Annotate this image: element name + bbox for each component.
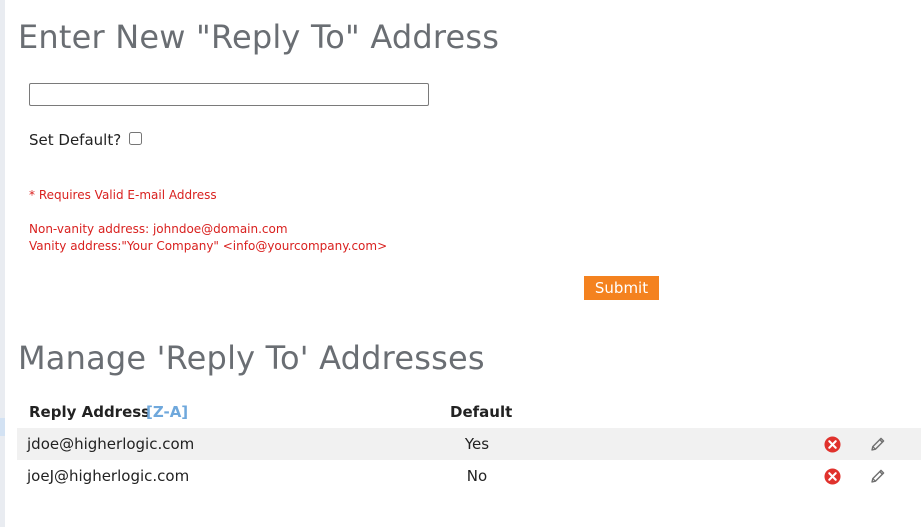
delete-icon[interactable] <box>824 436 841 453</box>
table-row: joeJ@higherlogic.com No <box>17 460 921 492</box>
reply-address-column-header: Reply Address <box>29 403 151 421</box>
default-column-header: Default <box>450 403 513 421</box>
pencil-icon[interactable] <box>869 467 887 485</box>
non-vanity-example: Non-vanity address: johndoe@domain.com <box>29 222 288 236</box>
vanity-example: Vanity address:"Your Company" <info@your… <box>29 239 388 253</box>
enter-address-title: Enter New "Reply To" Address <box>18 18 500 56</box>
row-address: joeJ@higherlogic.com <box>27 467 190 485</box>
delete-icon[interactable] <box>824 468 841 485</box>
set-default-checkbox[interactable] <box>129 132 142 145</box>
left-edge-strip <box>0 0 5 527</box>
reply-to-email-input[interactable] <box>29 83 429 106</box>
left-edge-marker <box>0 418 5 436</box>
submit-button[interactable]: Submit <box>584 276 659 300</box>
row-default: No <box>466 467 488 485</box>
pencil-icon[interactable] <box>869 435 887 453</box>
set-default-label: Set Default? <box>29 131 122 149</box>
row-default: Yes <box>464 435 490 453</box>
row-address: jdoe@higherlogic.com <box>27 435 195 453</box>
set-default-row: Set Default? <box>29 131 142 149</box>
required-note: * Requires Valid E-mail Address <box>29 188 217 202</box>
table-row: jdoe@higherlogic.com Yes <box>17 428 921 460</box>
sort-z-a-link[interactable]: [Z-A] <box>146 403 188 421</box>
manage-addresses-title: Manage 'Reply To' Addresses <box>18 339 485 377</box>
